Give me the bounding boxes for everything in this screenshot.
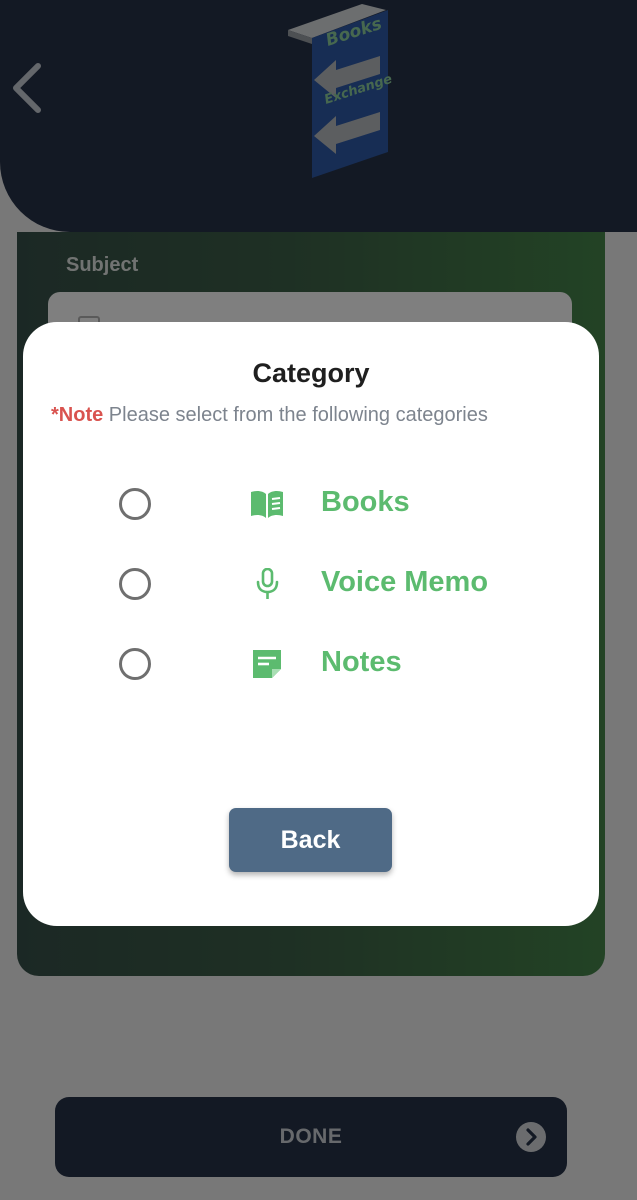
back-button[interactable]: Back bbox=[229, 808, 392, 872]
radio-books[interactable] bbox=[119, 488, 151, 520]
note-prefix: *Note bbox=[51, 404, 104, 426]
radio-voice-memo[interactable] bbox=[119, 568, 151, 600]
dialog-title: Category bbox=[252, 358, 370, 388]
radio-notes[interactable] bbox=[119, 648, 151, 680]
option-label-notes: Notes bbox=[321, 646, 402, 678]
note-icon bbox=[253, 650, 281, 678]
option-label-books: Books bbox=[321, 486, 410, 518]
category-dialog: Category *Note Please select from the fo… bbox=[23, 322, 599, 926]
category-option-notes[interactable]: Notes bbox=[23, 634, 599, 694]
category-option-books[interactable]: Books bbox=[23, 474, 599, 534]
microphone-icon bbox=[256, 568, 279, 599]
dialog-note: *Note Please select from the following c… bbox=[51, 404, 591, 427]
category-option-voice-memo[interactable]: Voice Memo bbox=[23, 554, 599, 614]
note-text: Please select from the following categor… bbox=[103, 404, 488, 426]
option-label-voice-memo: Voice Memo bbox=[321, 566, 489, 598]
book-icon bbox=[251, 490, 283, 518]
